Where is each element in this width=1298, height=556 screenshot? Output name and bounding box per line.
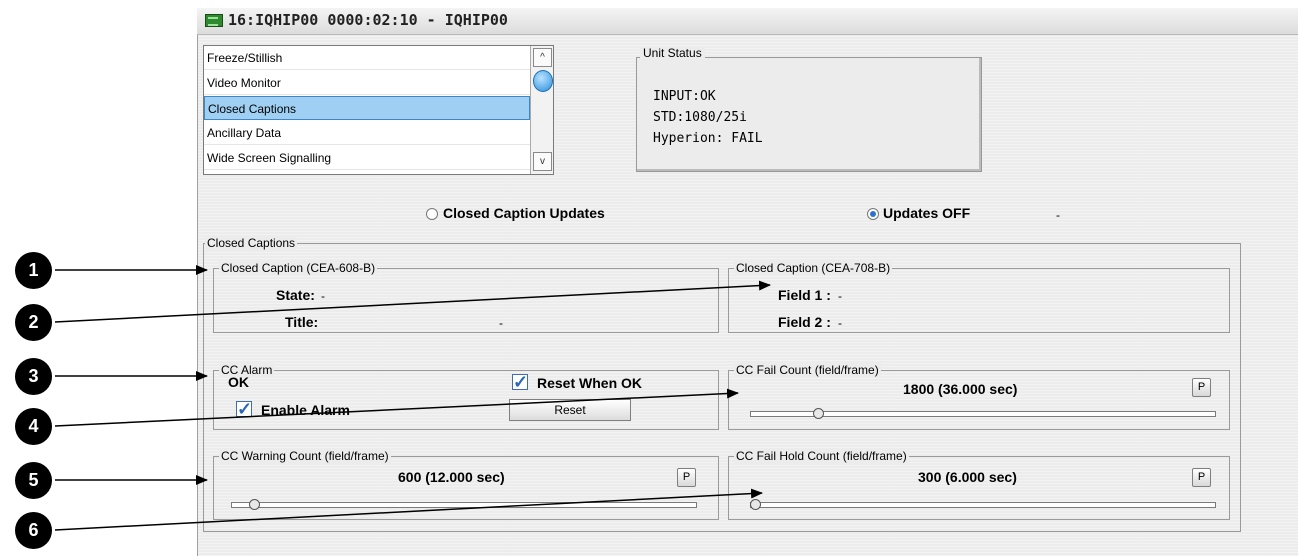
callout-1: 1 [15, 252, 52, 289]
callout-6-arrow [54, 488, 763, 531]
callout-2-arrow [54, 280, 771, 323]
callout-4-arrow [54, 388, 739, 427]
callout-2: 2 [15, 304, 52, 341]
callout-4: 4 [15, 408, 52, 445]
callout-arrows [54, 265, 771, 531]
callout-3: 3 [15, 358, 52, 395]
callout-6: 6 [15, 512, 52, 549]
callout-5: 5 [15, 462, 52, 499]
